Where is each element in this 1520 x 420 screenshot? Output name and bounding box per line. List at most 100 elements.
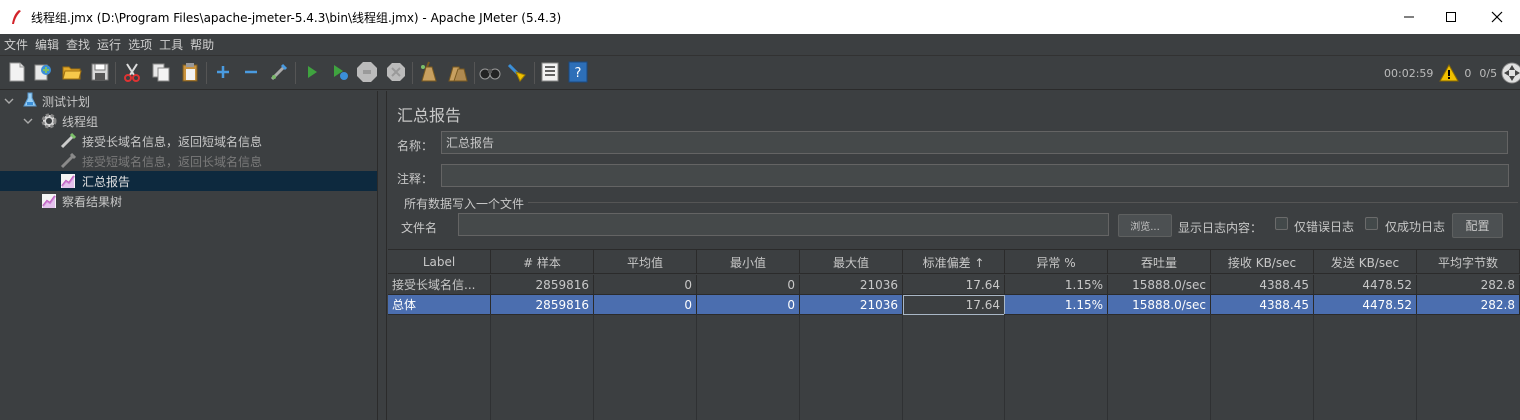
close-icon[interactable] (1474, 0, 1520, 34)
table-cell: 总体 (388, 295, 491, 315)
menu-options[interactable]: 选项 (124, 36, 155, 53)
table-cell: 17.64 (903, 275, 1005, 295)
errors-only-checkbox[interactable] (1275, 217, 1288, 230)
chevron-down-icon[interactable] (23, 116, 33, 126)
stop-icon[interactable] (356, 61, 378, 83)
name-field-value: 汇总报告 (446, 136, 495, 150)
search-icon[interactable] (479, 61, 501, 83)
menu-run[interactable]: 运行 (93, 36, 124, 53)
test-plan-icon (23, 92, 37, 107)
menu-search[interactable]: 查找 (62, 36, 93, 53)
filename-label: 文件名 (401, 221, 438, 235)
tree-item-aggregate-report[interactable]: 汇总报告 (0, 171, 377, 191)
start-no-pauses-icon[interactable] (329, 61, 351, 83)
remote-engines-icon[interactable] (1501, 62, 1520, 84)
toolbar-separator (534, 62, 535, 84)
start-icon[interactable] (301, 61, 323, 83)
column-header[interactable]: 最大值 (800, 250, 903, 274)
aggregate-report-panel: 汇总报告 名称： 汇总报告 注释： 所有数据写入一个文件 文件名 浏览... 显… (388, 91, 1520, 420)
window-title: 线程组.jmx (D:\Program Files\apache-jmeter-… (31, 10, 562, 25)
table-cell: 4478.52 (1314, 295, 1417, 315)
column-header[interactable]: 平均值 (594, 250, 697, 274)
configure-button[interactable]: 配置 (1452, 213, 1503, 238)
table-cell-focused: 17.64 (903, 295, 1005, 315)
column-header[interactable]: 吞吐量 (1108, 250, 1211, 274)
tree-item-label: 线程组 (62, 115, 99, 129)
table-cell: 4388.45 (1211, 275, 1314, 295)
table-cell: 282.8 (1417, 275, 1520, 295)
templates-icon[interactable] (32, 61, 54, 83)
menu-bar: 文件 编辑 查找 运行 选项 工具 帮助 (0, 34, 1520, 56)
table-cell: 4478.52 (1314, 275, 1417, 295)
comment-field[interactable] (441, 164, 1509, 187)
warning-icon[interactable] (1439, 64, 1460, 82)
expand-icon[interactable] (212, 61, 234, 83)
clear-all-icon[interactable] (446, 61, 468, 83)
table-cell: 0 (594, 275, 697, 295)
column-header[interactable]: 接收 KB/sec (1211, 250, 1314, 274)
menu-edit[interactable]: 编辑 (31, 36, 62, 53)
grid-line (696, 314, 697, 420)
table-cell: 0 (697, 295, 800, 315)
grid-line (1004, 314, 1005, 420)
column-header[interactable]: 发送 KB/sec (1314, 250, 1417, 274)
reset-search-icon[interactable] (506, 61, 528, 83)
report-chart-icon (42, 194, 56, 208)
clear-icon[interactable] (417, 61, 439, 83)
column-header[interactable]: Label (388, 250, 491, 274)
paste-icon[interactable] (179, 61, 201, 83)
filename-field[interactable] (458, 213, 1109, 236)
table-cell: 21036 (800, 295, 903, 315)
toolbar-separator (206, 62, 207, 84)
table-cell: 282.8 (1417, 295, 1520, 315)
chevron-down-icon[interactable] (4, 96, 14, 106)
grid-line (799, 314, 800, 420)
minimize-icon[interactable] (1386, 0, 1432, 34)
report-chart-icon (61, 174, 75, 188)
name-field[interactable]: 汇总报告 (441, 131, 1508, 154)
copy-icon[interactable] (150, 61, 172, 83)
table-row[interactable]: 接受长域名信... 2859816 0 0 21036 17.64 1.15% … (388, 275, 1520, 295)
table-cell: 15888.0/sec (1108, 275, 1211, 295)
toolbar-separator (295, 62, 296, 84)
column-header[interactable]: # 样本 (491, 250, 594, 274)
column-header[interactable]: 最小值 (697, 250, 800, 274)
menu-tools[interactable]: 工具 (155, 36, 186, 53)
column-header[interactable]: 平均字节数 (1417, 250, 1520, 274)
toolbar-separator (474, 62, 475, 84)
active-threads: 0/5 (1479, 66, 1498, 80)
aggregate-table: Label # 样本 平均值 最小值 最大值 标准偏差 ↑ 异常 % 吞吐量 接… (388, 249, 1520, 420)
success-only-checkbox[interactable] (1365, 217, 1378, 230)
tree-item-label: 接受短域名信息，返回长域名信息 (82, 155, 263, 169)
menu-help[interactable]: 帮助 (186, 36, 217, 53)
grid-line (1107, 314, 1108, 420)
table-row-total[interactable]: 总体 2859816 0 0 21036 17.64 1.15% 15888.0… (388, 295, 1520, 315)
help-icon[interactable]: ? (567, 61, 589, 83)
svg-text:?: ? (575, 66, 582, 81)
column-header[interactable]: 异常 % (1005, 250, 1108, 274)
open-icon[interactable] (61, 61, 83, 83)
cut-icon[interactable] (121, 61, 143, 83)
function-helper-icon[interactable] (539, 61, 561, 83)
menu-file[interactable]: 文件 (0, 36, 31, 53)
new-icon[interactable] (6, 61, 28, 83)
split-pane-divider[interactable] (378, 91, 387, 420)
log-display-label: 显示日志内容： (1178, 221, 1263, 235)
comment-label: 注释： (397, 172, 434, 186)
title-bar: 线程组.jmx (D:\Program Files\apache-jmeter-… (0, 0, 1520, 34)
group-divider (528, 202, 1518, 203)
browse-button[interactable]: 浏览... (1118, 214, 1172, 237)
maximize-icon[interactable] (1428, 0, 1474, 34)
tree-item-label: 测试计划 (42, 95, 91, 109)
column-header-sorted[interactable]: 标准偏差 ↑ (903, 250, 1005, 274)
grid-line (1416, 314, 1417, 420)
warning-count: 0 (1464, 66, 1472, 80)
shutdown-icon[interactable] (385, 61, 407, 83)
collapse-icon[interactable] (240, 61, 262, 83)
table-cell: 0 (697, 275, 800, 295)
tree-item-label: 汇总报告 (82, 175, 131, 189)
toggle-icon[interactable] (268, 61, 290, 83)
save-icon[interactable] (89, 61, 111, 83)
table-cell: 2859816 (491, 295, 594, 315)
table-cell: 1.15% (1005, 275, 1108, 295)
